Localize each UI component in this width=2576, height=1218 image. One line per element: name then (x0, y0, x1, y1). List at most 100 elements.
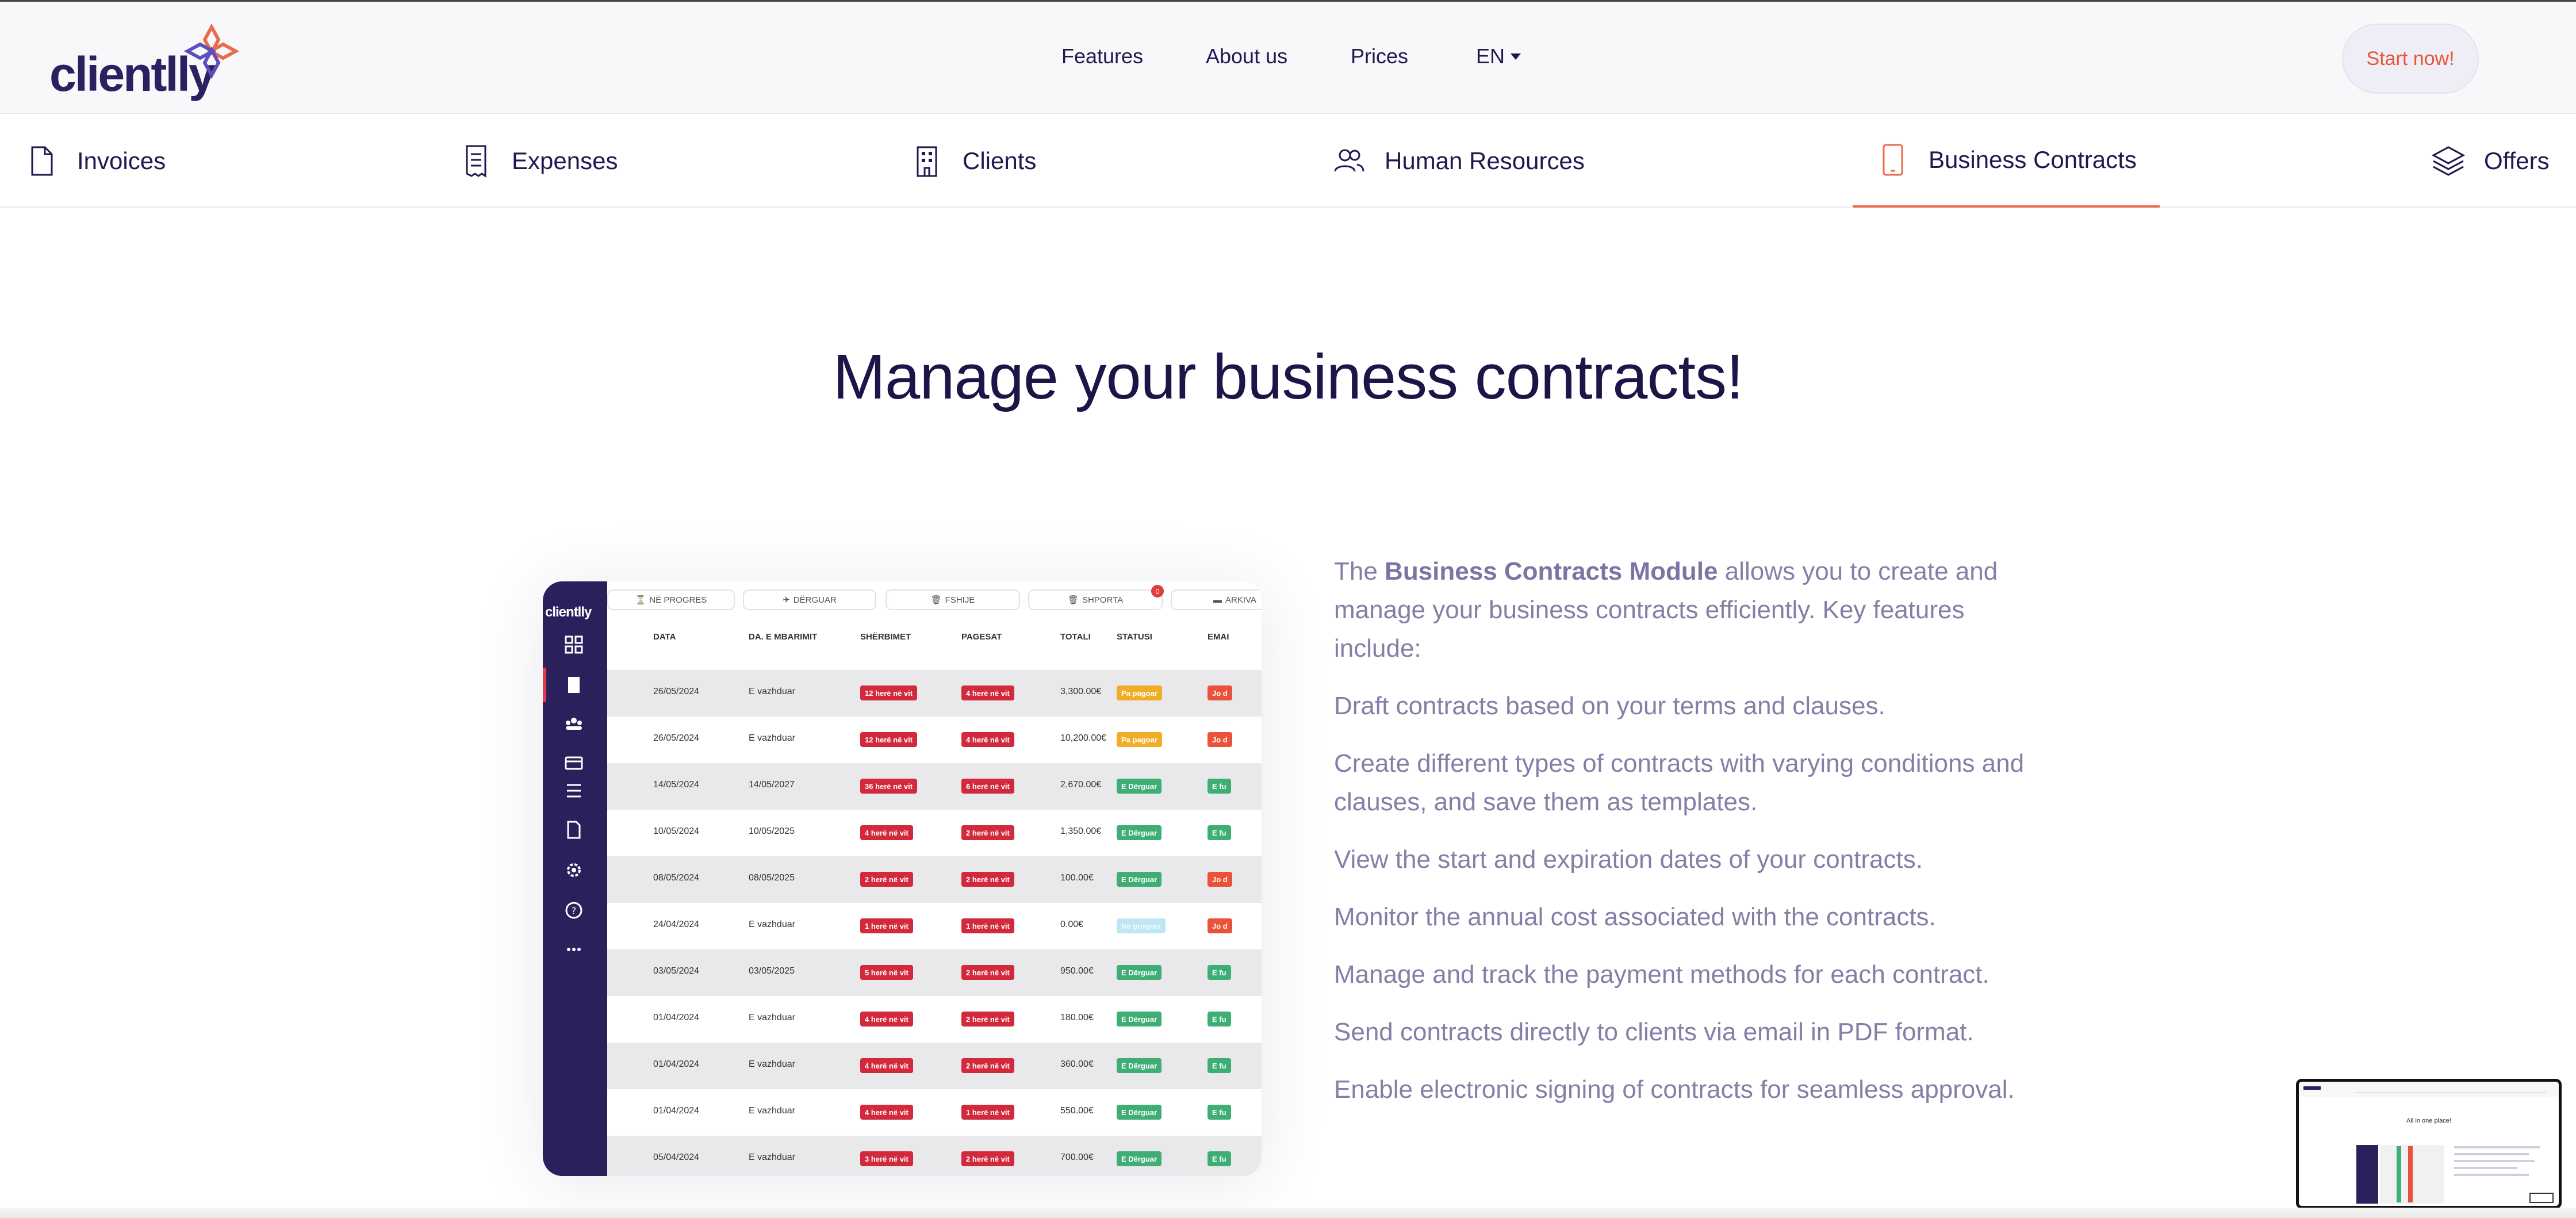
feature-item: Create different types of contracts with… (1334, 749, 2025, 816)
date-cell: 24/04/2024 (653, 920, 700, 929)
start-now-button[interactable]: Start now! (2342, 24, 2479, 94)
logo[interactable]: clientlly (49, 22, 245, 101)
status-badge: Në progres (1117, 918, 1166, 933)
caret-down-icon (1511, 53, 1521, 60)
tab-label: Human Resources (1385, 147, 1585, 174)
basket-icon: 🗑 (1067, 595, 1079, 605)
tablet-icon (1883, 144, 1903, 175)
status-badge: E Dërguar (1117, 779, 1162, 794)
more-icon (567, 948, 581, 951)
page-fade (0, 1208, 2576, 1218)
status-badge: E Dërguar (1117, 1151, 1162, 1166)
tab-label: Expenses (512, 147, 618, 174)
services-badge: 5 herë në vit (860, 965, 913, 980)
status-badge: E Dërguar (1117, 1058, 1162, 1073)
svg-text:?: ? (572, 905, 577, 916)
column-header: PAGESAT (961, 632, 1002, 642)
tab-expenses[interactable]: Expenses (459, 114, 618, 208)
table-row[interactable]: 01/04/2024 E vazhduar 4 herë në vit 2 herë … (607, 996, 1262, 1043)
in-progress-filter[interactable]: ⌛ NË PROGRES (607, 589, 735, 610)
payments-badge: 6 herë në vit (961, 779, 1014, 794)
document-icon (31, 146, 53, 175)
payments-badge: 2 herë në vit (961, 872, 1014, 887)
nav-features[interactable]: Features (1061, 44, 1143, 68)
table-row[interactable]: 05/04/2024 E vazhduar 3 herë në vit 2 herë … (607, 1136, 1262, 1176)
services-badge: 4 herë në vit (860, 1012, 913, 1027)
tab-label: Business Contracts (1929, 145, 2137, 173)
end-date-cell: 14/05/2027 (749, 780, 795, 790)
delete-filter[interactable]: 🗑 FSHIJE (885, 589, 1020, 610)
services-badge: 4 herë në vit (860, 825, 913, 840)
table-row[interactable]: 26/05/2024 E vazhduar 12 herë në vit 4 herë… (607, 670, 1262, 717)
feature-item: Send contracts directly to clients via e… (1334, 1018, 1974, 1046)
list-icon (567, 784, 581, 798)
nav-about-us[interactable]: About us (1206, 44, 1287, 68)
table-row[interactable]: 01/04/2024 E vazhduar 4 herë në vit 2 herë … (607, 1043, 1262, 1089)
site-header: clientlly Features About us Prices EN St… (0, 0, 2576, 114)
active-indicator (543, 668, 546, 702)
end-date-cell: E vazhduar (749, 1106, 795, 1116)
table-row[interactable]: 26/05/2024 E vazhduar 12 herë në vit 4 herë… (607, 717, 1262, 763)
status-badge: E Dërguar (1117, 965, 1162, 980)
table-row[interactable]: 10/05/2024 10/05/2025 4 herë në vit 2 herë … (607, 810, 1262, 856)
table-row[interactable]: 01/04/2024 E vazhduar 4 herë në vit 1 herë … (607, 1089, 1262, 1136)
date-cell: 08/05/2024 (653, 873, 700, 883)
tab-human-resources[interactable]: Human Resources (1332, 114, 1585, 208)
payments-badge: 4 herë në vit (961, 685, 1014, 700)
table-row[interactable]: 08/05/2024 08/05/2025 2 herë në vit 2 herë … (607, 856, 1262, 903)
tab-clients[interactable]: Clients (910, 114, 1036, 208)
thumbnail-title: All in one place! (2406, 1117, 2451, 1124)
card-icon (565, 756, 583, 770)
end-date-cell: E vazhduar (749, 733, 795, 743)
table-row[interactable]: 24/04/2024 E vazhduar 1 herë në vit 1 herë … (607, 903, 1262, 949)
document-icon (567, 821, 581, 839)
services-badge: 12 herë në vit (860, 732, 918, 747)
tab-business-contracts[interactable]: Business Contracts (1853, 114, 2160, 208)
video-thumbnail[interactable]: All in one place! (2296, 1079, 2562, 1209)
total-cell: 100.00€ (1060, 873, 1094, 883)
cart-filter[interactable]: 🗑 SHPORTA (1028, 589, 1163, 610)
payments-badge: 2 herë në vit (961, 1058, 1014, 1073)
services-badge: 2 herë në vit (860, 872, 913, 887)
table-row[interactable]: 03/05/2024 03/05/2025 5 herë në vit 2 herë … (607, 949, 1262, 996)
status-badge: E Dërguar (1117, 872, 1162, 887)
layers-icon (2431, 145, 2466, 176)
total-cell: 700.00€ (1060, 1152, 1094, 1162)
nav-prices[interactable]: Prices (1351, 44, 1408, 68)
archive-icon: ▬ (1213, 595, 1222, 605)
email-status-badge: E fu (1208, 1105, 1231, 1120)
total-cell: 180.00€ (1060, 1013, 1094, 1022)
feature-item: Monitor the annual cost associated with … (1334, 903, 1936, 931)
contracts-table: ⌛ NË PROGRES ✈ DËRGUAR 🗑 FSHIJE 🗑 SHPORTA 0 … (607, 581, 1262, 1176)
building-icon (568, 677, 580, 693)
tab-invoices[interactable]: Invoices (24, 114, 166, 208)
archive-filter[interactable]: ▬ ARKIVA (1171, 589, 1262, 610)
thumbnail-preview (2299, 1082, 2559, 1204)
email-status-badge: E fu (1208, 1012, 1231, 1027)
column-header: DA. E MBARIMIT (749, 632, 818, 642)
cart-badge: 0 (1151, 585, 1164, 597)
email-status-badge: E fu (1208, 1058, 1231, 1073)
payments-badge: 4 herë në vit (961, 732, 1014, 747)
language-label: EN (1476, 44, 1505, 68)
logo-mark-icon (183, 23, 240, 79)
date-cell: 10/05/2024 (653, 826, 700, 836)
total-cell: 950.00€ (1060, 966, 1094, 976)
page-title: Manage your business contracts! (833, 342, 1743, 412)
sent-filter[interactable]: ✈ DËRGUAR (743, 589, 876, 610)
tab-label: Offers (2484, 147, 2550, 174)
feature-item: Draft contracts based on your terms and … (1334, 692, 1885, 720)
total-cell: 10,200.00€ (1060, 733, 1107, 743)
email-status-badge: E fu (1208, 965, 1231, 980)
end-date-cell: 10/05/2025 (749, 826, 795, 836)
tab-offers[interactable]: Offers (2431, 114, 2550, 208)
table-row[interactable]: 14/05/2024 14/05/2027 36 herë në vit 6 herë… (607, 763, 1262, 810)
trash-icon: 🗑 (930, 595, 942, 605)
tab-label: Clients (963, 147, 1037, 174)
date-cell: 14/05/2024 (653, 780, 700, 790)
gear-icon (567, 863, 581, 877)
payments-badge: 1 herë në vit (961, 1105, 1014, 1120)
status-badge: E Dërguar (1117, 1012, 1162, 1027)
language-select[interactable]: EN (1476, 44, 1521, 68)
module-tabs: Invoices Expenses Clients Human Resource… (0, 114, 2576, 208)
